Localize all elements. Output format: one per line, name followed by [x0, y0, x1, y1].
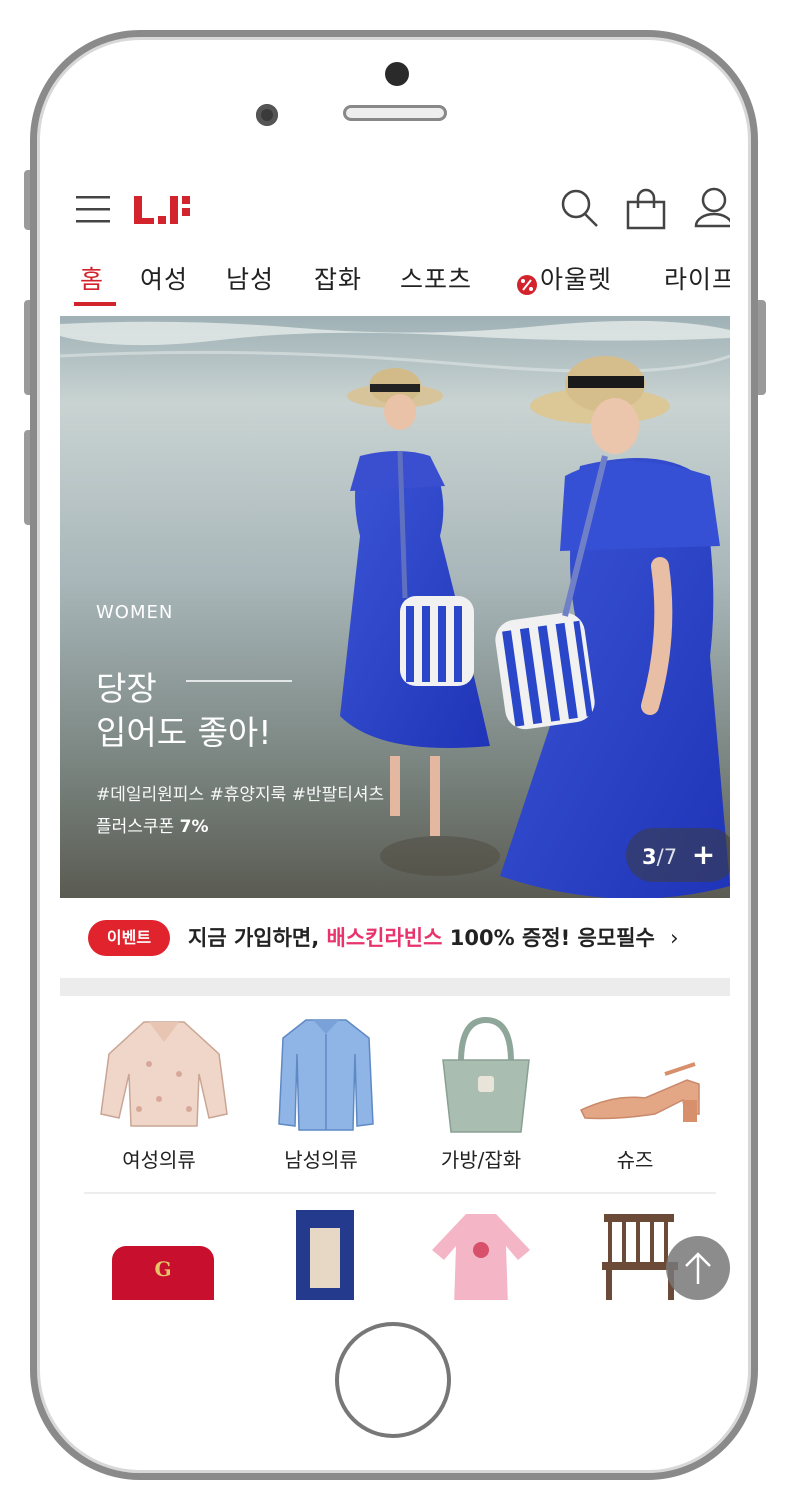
shirt-image — [278, 1019, 374, 1131]
hero-tags: #데일리원피스 #휴양지룩 #반팔티셔츠 — [96, 785, 385, 805]
app-screen: LF 홈 여성 남성 잡화 스포츠 아울렛 라이프 — [60, 170, 730, 1300]
hero-coupon-label: 플러스쿠폰 — [96, 817, 175, 837]
hero-coupon-value: 7% — [179, 817, 209, 837]
kids-dress-image[interactable] — [426, 1210, 536, 1300]
lf-logo[interactable] — [134, 194, 194, 226]
category-nav: 홈 여성 남성 잡화 스포츠 아울렛 라이프 — [60, 252, 730, 316]
tab-home[interactable]: 홈 — [80, 260, 104, 296]
proximity-sensor — [256, 104, 278, 126]
category-row-divider — [84, 1192, 716, 1194]
front-camera — [385, 62, 409, 86]
hero-category: WOMEN — [96, 602, 174, 623]
category-shoes[interactable]: 슈즈 — [560, 1006, 710, 1176]
event-text: 지금 가입하면, 배스킨라빈스 100% 증정! 응모필수 › — [188, 922, 678, 952]
tab-life[interactable]: 라이프 — [664, 260, 730, 296]
event-banner[interactable]: 이벤트 지금 가입하면, 배스킨라빈스 100% 증정! 응모필수 › — [60, 898, 730, 978]
shopping-bag-icon[interactable] — [626, 188, 666, 230]
tab-accessories[interactable]: 잡화 — [314, 260, 362, 296]
event-badge: 이벤트 — [88, 920, 170, 956]
category-womens-clothing[interactable]: 여성의류 — [84, 1006, 234, 1176]
hero-headline-line2: 입어도 좋아! — [96, 713, 272, 752]
hand-cream-image[interactable] — [286, 1210, 366, 1300]
category-label: 여성의류 — [122, 1148, 196, 1172]
pager-total: /7 — [656, 845, 678, 869]
marmont-bag-image[interactable]: G — [108, 1210, 218, 1300]
tab-outlet[interactable]: 아울렛 — [540, 260, 612, 296]
handbag-image — [442, 1016, 530, 1133]
hero-headline-rule — [186, 680, 292, 682]
app-header: LF — [60, 170, 730, 250]
category-label: 남성의류 — [284, 1148, 358, 1172]
pager-plus-icon[interactable]: + — [692, 838, 715, 871]
arrow-up-icon — [685, 1252, 711, 1284]
earpiece-speaker — [343, 105, 447, 121]
tab-sports[interactable]: 스포츠 — [400, 260, 472, 296]
home-button[interactable] — [335, 1322, 451, 1438]
pager-current: 3 — [642, 845, 657, 869]
tab-active-indicator — [74, 302, 116, 306]
tab-women[interactable]: 여성 — [140, 260, 188, 296]
category-bags-accessories[interactable]: 가방/잡화 — [406, 1006, 556, 1176]
event-text-suffix: 100% 증정! 응모필수 — [449, 926, 655, 950]
svg-text:G: G — [154, 1257, 171, 1281]
user-icon[interactable] — [694, 186, 730, 230]
event-text-prefix: 지금 가입하면, — [188, 926, 320, 950]
chevron-right-icon: › — [670, 926, 679, 950]
category-label: 가방/잡화 — [440, 1148, 522, 1172]
category-mens-clothing[interactable]: 남성의류 — [246, 1006, 396, 1176]
hero-coupon: 플러스쿠폰 7% — [96, 812, 208, 837]
hero-banner[interactable]: WOMEN 당장 입어도 좋아! #데일리원피스 #휴양지룩 #반팔티셔츠 플러… — [60, 316, 730, 898]
shoe-image — [579, 1062, 700, 1122]
percent-badge-icon — [517, 275, 537, 295]
category-label: 슈즈 — [616, 1148, 654, 1172]
hamburger-icon[interactable] — [76, 194, 110, 224]
tab-men[interactable]: 남성 — [226, 260, 274, 296]
hero-headline-line1: 당장 — [96, 669, 157, 708]
blouse-image — [100, 1021, 228, 1127]
hero-pager[interactable]: 3/7 + — [626, 828, 730, 882]
search-icon[interactable] — [558, 186, 602, 230]
section-divider — [60, 978, 730, 996]
event-text-highlight: 배스킨라빈스 — [326, 926, 443, 950]
scroll-to-top-button[interactable] — [666, 1236, 730, 1300]
